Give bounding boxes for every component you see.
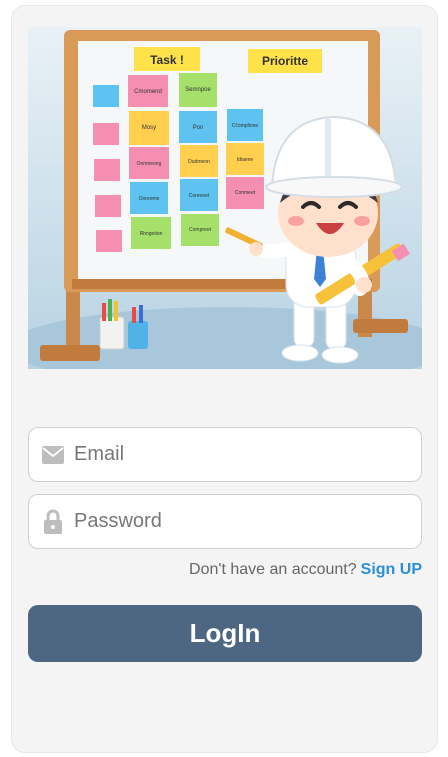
login-screen: Task ! Prioritte Cmomend Semnpoe Mosy Po… — [0, 0, 448, 757]
svg-text:Oomneong: Oomneong — [137, 161, 162, 167]
email-input[interactable] — [74, 443, 394, 466]
svg-text:Rhngetion: Rhngetion — [140, 231, 163, 237]
password-field[interactable] — [28, 494, 422, 549]
password-input[interactable] — [74, 510, 394, 533]
sticky-note: Rhngetion — [131, 217, 171, 249]
svg-text:Task !: Task ! — [150, 53, 184, 67]
svg-text:Ooreome: Ooreome — [139, 196, 160, 202]
svg-text:Prioritte: Prioritte — [262, 54, 308, 68]
email-field[interactable] — [28, 427, 422, 482]
signup-link[interactable]: Sign UP — [361, 561, 422, 578]
svg-text:Semnpoe: Semnpoe — [185, 87, 211, 93]
sticky-note: Cmomend — [128, 75, 168, 107]
svg-text:Idiaene: Idiaene — [237, 157, 254, 163]
svg-text:Cmomend: Cmomend — [134, 89, 162, 95]
mail-icon — [38, 440, 68, 470]
board-title-task: Task ! — [134, 47, 200, 71]
svg-text:Conmeet: Conmeet — [235, 190, 256, 196]
hero-illustration: Task ! Prioritte Cmomend Semnpoe Mosy Po… — [28, 27, 422, 369]
svg-text:Coreoeet: Coreoeet — [189, 193, 210, 199]
sticky-note: Mosy — [129, 111, 169, 145]
sticky-note: Compreot — [181, 214, 219, 246]
sticky-note: Coreoeet — [180, 179, 218, 211]
board-title-priority: Prioritte — [248, 49, 322, 73]
svg-text:Mosy: Mosy — [142, 125, 156, 131]
signup-prompt-text: Don't have an account? — [189, 561, 357, 578]
svg-text:Pon: Pon — [193, 125, 204, 131]
sticky-note: Conmeet — [226, 177, 264, 209]
svg-text:Cčomplione: Cčomplione — [232, 123, 259, 129]
sticky-note: Pon — [179, 111, 217, 143]
sticky-note: Idiaene — [226, 143, 264, 175]
svg-text:Compreot: Compreot — [189, 227, 212, 233]
sticky-note: Dudmeon — [180, 145, 218, 177]
signup-prompt-row: Don't have an account? Sign UP — [189, 561, 422, 579]
sticky-note: Oomneong — [129, 147, 169, 179]
lock-icon — [38, 507, 68, 537]
sticky-note: Ooreome — [130, 182, 168, 214]
svg-text:Dudmeon: Dudmeon — [188, 159, 210, 165]
login-button[interactable]: LogIn — [28, 605, 422, 662]
sticky-note: Semnpoe — [179, 73, 217, 107]
sticky-note: Cčomplione — [227, 109, 263, 141]
